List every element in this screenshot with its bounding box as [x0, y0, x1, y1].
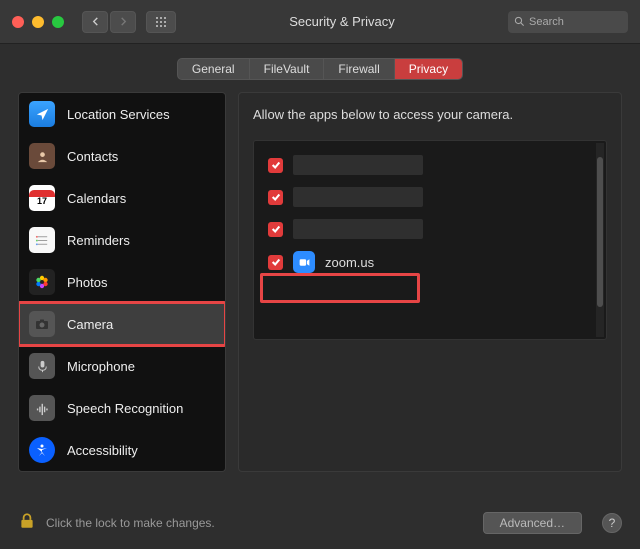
sidebar-item-photos[interactable]: Photos — [19, 261, 225, 303]
sidebar-item-label: Reminders — [67, 233, 130, 248]
privacy-sidebar: Location Services Contacts 17 Calendars … — [18, 92, 226, 472]
app-row-zoom[interactable]: zoom.us — [254, 245, 606, 279]
forward-button[interactable] — [110, 11, 136, 33]
search-placeholder: Search — [529, 16, 564, 28]
tab-general[interactable]: General — [178, 59, 250, 79]
scrollbar[interactable] — [596, 143, 604, 337]
checkbox[interactable] — [268, 222, 283, 237]
search-field[interactable]: Search — [508, 11, 628, 33]
sidebar-item-location-services[interactable]: Location Services — [19, 93, 225, 135]
calendar-icon: 17 — [29, 185, 55, 211]
microphone-icon — [29, 353, 55, 379]
sidebar-item-label: Location Services — [67, 107, 170, 122]
back-button[interactable] — [82, 11, 108, 33]
lock-text: Click the lock to make changes. — [46, 516, 473, 530]
app-name-redacted — [293, 219, 423, 239]
location-arrow-icon — [29, 101, 55, 127]
sidebar-item-label: Contacts — [67, 149, 118, 164]
scrollbar-thumb[interactable] — [597, 157, 603, 307]
app-row[interactable] — [254, 149, 606, 181]
minimize-window-button[interactable] — [32, 16, 44, 28]
checkbox[interactable] — [268, 190, 283, 205]
tab-bar: General FileVault Firewall Privacy — [0, 44, 640, 92]
sidebar-item-label: Camera — [67, 317, 113, 332]
sidebar-item-camera[interactable]: Camera — [19, 303, 225, 345]
sidebar-item-reminders[interactable]: Reminders — [19, 219, 225, 261]
camera-icon — [29, 311, 55, 337]
sidebar-item-contacts[interactable]: Contacts — [19, 135, 225, 177]
close-window-button[interactable] — [12, 16, 24, 28]
show-all-button[interactable] — [146, 11, 176, 33]
zoom-window-button[interactable] — [52, 16, 64, 28]
nav-group — [82, 11, 136, 33]
detail-panel: Allow the apps below to access your came… — [238, 92, 622, 472]
sidebar-item-speech-recognition[interactable]: Speech Recognition — [19, 387, 225, 429]
zoom-icon — [293, 251, 315, 273]
footer: Click the lock to make changes. Advanced… — [0, 497, 640, 549]
window-title: Security & Privacy — [176, 14, 508, 29]
sidebar-item-label: Calendars — [67, 191, 126, 206]
app-row[interactable] — [254, 213, 606, 245]
advanced-button[interactable]: Advanced… — [483, 512, 582, 534]
titlebar: Security & Privacy Search — [0, 0, 640, 44]
sidebar-item-label: Speech Recognition — [67, 401, 183, 416]
sidebar-item-label: Accessibility — [67, 443, 138, 458]
window-controls — [12, 16, 64, 28]
contacts-icon — [29, 143, 55, 169]
app-list: zoom.us — [253, 140, 607, 340]
reminders-icon — [29, 227, 55, 253]
detail-heading: Allow the apps below to access your came… — [253, 107, 607, 122]
accessibility-icon — [29, 437, 55, 463]
grid-icon — [155, 16, 167, 28]
tab-filevault[interactable]: FileVault — [250, 59, 325, 79]
sidebar-item-calendars[interactable]: 17 Calendars — [19, 177, 225, 219]
tab-firewall[interactable]: Firewall — [324, 59, 394, 79]
tab-privacy[interactable]: Privacy — [395, 59, 462, 79]
app-name: zoom.us — [325, 255, 374, 270]
photos-icon — [29, 269, 55, 295]
search-icon — [514, 16, 525, 27]
sidebar-item-microphone[interactable]: Microphone — [19, 345, 225, 387]
app-name-redacted — [293, 187, 423, 207]
segmented-control: General FileVault Firewall Privacy — [177, 58, 463, 80]
sidebar-item-accessibility[interactable]: Accessibility — [19, 429, 225, 471]
speech-recognition-icon — [29, 395, 55, 421]
content: Location Services Contacts 17 Calendars … — [0, 92, 640, 472]
checkbox[interactable] — [268, 255, 283, 270]
sidebar-item-label: Microphone — [67, 359, 135, 374]
app-row[interactable] — [254, 181, 606, 213]
help-button[interactable]: ? — [602, 513, 622, 533]
checkbox[interactable] — [268, 158, 283, 173]
lock-icon[interactable] — [18, 512, 36, 535]
sidebar-item-label: Photos — [67, 275, 107, 290]
app-name-redacted — [293, 155, 423, 175]
